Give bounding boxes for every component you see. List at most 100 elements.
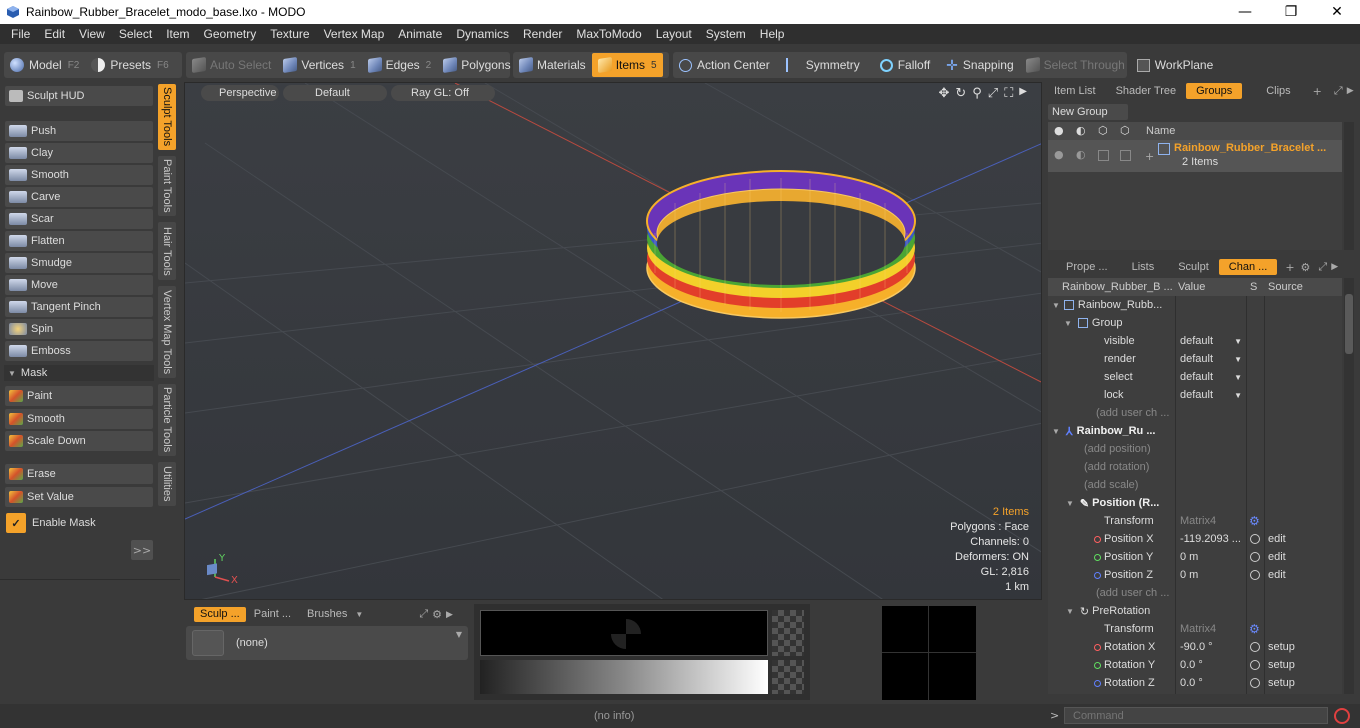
- menu-vertex-map[interactable]: Vertex Map: [317, 27, 392, 41]
- mask-smooth[interactable]: Smooth: [5, 409, 153, 429]
- source-ring-icon[interactable]: [1250, 552, 1260, 562]
- view-type-dropdown[interactable]: Perspective: [201, 85, 279, 101]
- tab-paint-brush[interactable]: Paint ...: [246, 608, 299, 620]
- materials-button[interactable]: Materials: [513, 53, 592, 77]
- item-row[interactable]: ▼ ⅄ Rainbow_Ru ...: [1052, 422, 1156, 440]
- add-position[interactable]: (add position): [1084, 440, 1151, 458]
- fit-icon[interactable]: ⤢: [988, 86, 998, 101]
- channels-scrollbar[interactable]: [1344, 278, 1354, 694]
- tool-spin[interactable]: Spin: [5, 319, 153, 339]
- pan-icon[interactable]: ✥: [938, 86, 949, 101]
- tool-carve[interactable]: Carve: [5, 187, 153, 207]
- raygl-dropdown[interactable]: Ray GL: Off: [391, 85, 495, 101]
- menu-help[interactable]: Help: [753, 27, 792, 41]
- position-y-row[interactable]: Position Y: [1094, 548, 1153, 566]
- sculpt-hud-button[interactable]: Sculpt HUD: [5, 86, 153, 106]
- viewport-scene[interactable]: [185, 83, 1042, 600]
- rotation-z-value[interactable]: 0.0 °: [1180, 674, 1203, 692]
- gradient-palette[interactable]: [480, 660, 768, 694]
- mask-section-header[interactable]: ▼ Mask: [4, 365, 154, 381]
- channel-lock-value[interactable]: default ▼: [1180, 386, 1244, 404]
- col-name[interactable]: Rainbow_Rubber_B ...: [1062, 278, 1178, 296]
- add-scale[interactable]: (add scale): [1084, 476, 1138, 494]
- color-picker-dot[interactable]: [611, 619, 641, 649]
- record-macro-icon[interactable]: [1334, 708, 1350, 724]
- presets-button[interactable]: Presets F6: [85, 53, 174, 77]
- add-rotation[interactable]: (add rotation): [1084, 458, 1149, 476]
- tab-channels[interactable]: Chan ...: [1218, 259, 1278, 275]
- falloff-button[interactable]: Falloff: [874, 53, 936, 77]
- position-x-value[interactable]: -119.2093 ...: [1180, 530, 1244, 548]
- root-row[interactable]: ▼ Rainbow_Rubb...: [1052, 296, 1162, 314]
- menu-geometry[interactable]: Geometry: [197, 27, 264, 41]
- maximize-viewport-icon[interactable]: ⛶: [1004, 86, 1013, 101]
- tab-sculpt[interactable]: Sculpt: [1168, 259, 1219, 275]
- items-button[interactable]: Items 5: [591, 53, 663, 77]
- symmetry-button[interactable]: Symmetry: [780, 53, 866, 77]
- panel-expand-icon[interactable]: ⤢: [1334, 84, 1343, 98]
- menu-file[interactable]: File: [4, 27, 37, 41]
- col-s[interactable]: S: [1250, 278, 1262, 296]
- add-tab-icon-2[interactable]: +: [1285, 261, 1294, 274]
- gear-link-icon[interactable]: ⚙: [1249, 514, 1260, 528]
- tool-smooth[interactable]: Smooth: [5, 165, 153, 185]
- rotate-icon[interactable]: ↻: [955, 86, 966, 101]
- source-ring-icon[interactable]: [1250, 678, 1260, 688]
- name-column-header[interactable]: Name: [1146, 125, 1175, 137]
- expand-button[interactable]: >>: [131, 540, 153, 560]
- mask-paint[interactable]: Paint: [5, 386, 153, 406]
- new-group-button[interactable]: New Group: [1048, 104, 1128, 120]
- mask-set-value[interactable]: Set Value: [5, 487, 153, 507]
- tab-item-list[interactable]: Item List: [1044, 83, 1106, 99]
- render-icon[interactable]: ◐: [1076, 124, 1086, 137]
- channel-select-value[interactable]: default ▼: [1180, 368, 1244, 386]
- prerotation-row[interactable]: ▼ ↻ PreRotation: [1066, 602, 1150, 620]
- position-z-row[interactable]: Position Z: [1094, 566, 1153, 584]
- menu-system[interactable]: System: [699, 27, 753, 41]
- lock-icon[interactable]: ⬡: [1098, 124, 1108, 137]
- group-eye-icon[interactable]: ●: [1054, 148, 1064, 161]
- menu-animate[interactable]: Animate: [391, 27, 449, 41]
- model-layout-button[interactable]: Model F2: [4, 53, 85, 77]
- group-render-icon[interactable]: ◐: [1076, 148, 1086, 161]
- col-value[interactable]: Value: [1178, 278, 1248, 296]
- 3d-viewport[interactable]: Perspective Default Ray GL: Off ✥ ↻ ⚲ ⤢ …: [184, 82, 1042, 600]
- shading-dropdown[interactable]: Default: [283, 85, 387, 101]
- vtab-vertex-map-tools[interactable]: Vertex Map Tools: [158, 286, 176, 378]
- rainbow-bracelet-mesh[interactable]: [646, 170, 916, 319]
- vtab-hair-tools[interactable]: Hair Tools: [158, 222, 176, 280]
- vtab-particle-tools[interactable]: Particle Tools: [158, 384, 176, 456]
- vtab-paint-tools[interactable]: Paint Tools: [158, 156, 176, 216]
- tool-clay[interactable]: Clay: [5, 143, 153, 163]
- add-user-channel[interactable]: (add user ch ...: [1096, 404, 1169, 422]
- group-row[interactable]: ● ◐ + Rainbow_Rubber_Bracelet ... 2 Item…: [1048, 140, 1342, 172]
- panel-expand-icon-2[interactable]: ⤢: [1318, 260, 1327, 274]
- tab-properties[interactable]: Prope ...: [1056, 259, 1118, 275]
- position-y-value[interactable]: 0 m: [1180, 548, 1198, 566]
- mask-erase[interactable]: Erase: [5, 464, 153, 484]
- source-ring-icon[interactable]: [1250, 534, 1260, 544]
- tool-move[interactable]: Move: [5, 275, 153, 295]
- position-x-row[interactable]: Position X: [1094, 530, 1154, 548]
- vtab-utilities[interactable]: Utilities: [158, 462, 176, 506]
- workplane-button[interactable]: WorkPlane: [1131, 53, 1219, 77]
- tool-flatten[interactable]: Flatten: [5, 231, 153, 251]
- maximize-button[interactable]: ❐: [1268, 0, 1314, 24]
- minimize-button[interactable]: —: [1222, 0, 1268, 24]
- auto-select-button[interactable]: Auto Select: [186, 53, 277, 77]
- command-input[interactable]: [1064, 707, 1328, 724]
- tool-tangent-pinch[interactable]: Tangent Pinch: [5, 297, 153, 317]
- viewport-menu-arrow-icon[interactable]: ▶: [1019, 86, 1027, 101]
- source-ring-icon[interactable]: [1250, 570, 1260, 580]
- select-icon[interactable]: ⬡: [1120, 124, 1130, 137]
- edges-button[interactable]: Edges 2: [362, 53, 438, 77]
- menu-edit[interactable]: Edit: [37, 27, 72, 41]
- tab-groups[interactable]: Groups: [1186, 83, 1243, 99]
- rotation-y-value[interactable]: 0.0 °: [1180, 656, 1203, 674]
- rotation-x-row[interactable]: Rotation X: [1094, 638, 1155, 656]
- rotation-z-row[interactable]: Rotation Z: [1094, 674, 1155, 692]
- alpha-checker-bottom[interactable]: [772, 660, 804, 694]
- col-source[interactable]: Source: [1268, 278, 1338, 296]
- polygons-button[interactable]: Polygons: [437, 53, 516, 77]
- select-through-button[interactable]: Select Through: [1020, 53, 1131, 77]
